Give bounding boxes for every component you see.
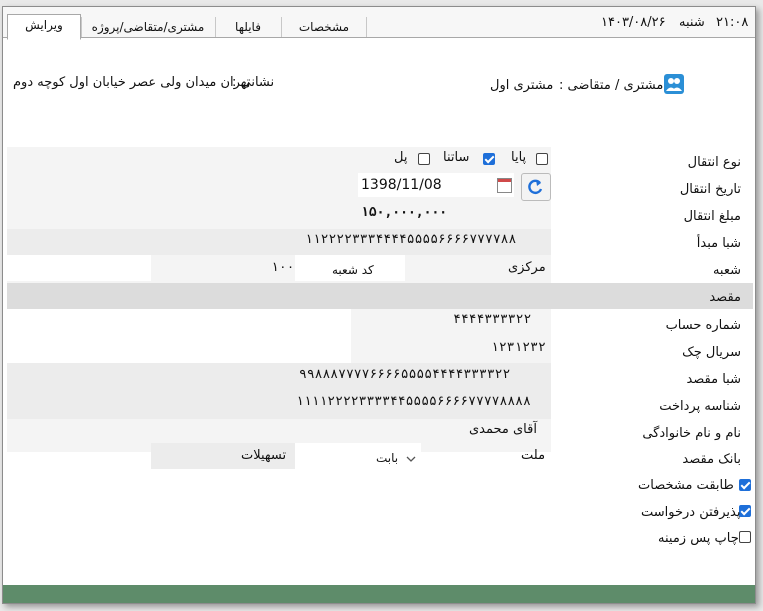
account-number-value[interactable]: ۴۴۴۴۳۳۳۳۲۲ bbox=[453, 311, 531, 329]
tab-edit[interactable]: ویرایش bbox=[7, 14, 81, 40]
customer-icon bbox=[664, 74, 684, 94]
refresh-button[interactable] bbox=[521, 173, 551, 201]
paya-label: پایا bbox=[511, 150, 527, 165]
satna-label: ساتنا bbox=[443, 150, 470, 165]
account-blank-area bbox=[7, 309, 351, 363]
calendar-icon[interactable] bbox=[497, 178, 512, 193]
pol-checkbox[interactable] bbox=[418, 153, 430, 165]
address-value: تهران میدان ولی عصر خیابان اول کوچه دوم bbox=[13, 75, 251, 90]
fullname-value[interactable]: آقای محمدی bbox=[469, 421, 537, 439]
branch-label: شعبه bbox=[712, 263, 741, 278]
tab-bar: ویرایش مشتری/متقاضی/پروژه فایلها مشخصات … bbox=[3, 7, 755, 40]
customer-value: مشتری اول bbox=[490, 78, 554, 93]
dest-bank-value[interactable]: ملت bbox=[521, 447, 545, 465]
transfer-date-label: تاریخ انتقال bbox=[679, 182, 741, 197]
match-label: طابقت مشخصات bbox=[638, 478, 734, 493]
main-window: ویرایش مشتری/متقاضی/پروژه فایلها مشخصات … bbox=[2, 6, 756, 604]
reason-select[interactable] bbox=[295, 443, 421, 469]
tab-details[interactable]: مشخصات bbox=[281, 17, 367, 37]
account-number-label: شماره حساب bbox=[665, 318, 741, 333]
payment-id-value[interactable]: ۱۱۱۱۲۲۲۲۳۳۳۳۴۴۵۵۵۵۶۶۶۶۷۷۷۷۸۸۸۸ bbox=[296, 393, 531, 411]
dest-sheba-value[interactable]: ۹۹۸۸۸۷۷۷۷۶۶۶۶۵۵۵۵۴۴۴۴۳۳۳۳۲۲ bbox=[299, 366, 510, 384]
footer-strip bbox=[3, 585, 755, 603]
reason-value: تسهیلات bbox=[241, 448, 287, 463]
header-date: ۱۴۰۳/۰۸/۲۶ bbox=[601, 15, 666, 30]
satna-checkbox[interactable] bbox=[483, 153, 495, 165]
payment-id-label: شناسه پرداخت bbox=[659, 399, 741, 414]
cheque-serial-label: سریال چک bbox=[682, 345, 741, 360]
dest-sheba-label: شبا مقصد bbox=[686, 372, 741, 387]
reason-select-label: بابت bbox=[376, 451, 399, 465]
branch-code-value: ۱۰۰ bbox=[271, 260, 295, 275]
source-sheba-value[interactable]: ۱۱۲۲۲۲۳۳۳۴۴۴۴۵۵۵۵۶۶۶۶۷۷۷۷۸۸ bbox=[305, 231, 516, 249]
bg-print-label: چاپ پس زمینه bbox=[658, 531, 739, 546]
pol-label: پل bbox=[394, 150, 408, 165]
bg-print-checkbox[interactable] bbox=[739, 531, 751, 543]
customer-label: مشتری / متقاضی : bbox=[559, 78, 664, 93]
branch-code-label: کد شعبه bbox=[332, 263, 374, 277]
branch-code-field[interactable] bbox=[7, 255, 151, 281]
header-day: شنبه bbox=[679, 15, 705, 30]
cheque-serial-value[interactable]: ۱۲۳۱۲۳۲ bbox=[491, 339, 546, 357]
branch-name-value[interactable]: مرکزی bbox=[508, 259, 546, 277]
destination-label: مقصد bbox=[709, 290, 741, 305]
accept-label: پذیرفتن درخواست bbox=[641, 505, 741, 520]
destination-header-band bbox=[7, 283, 753, 309]
chevron-down-icon[interactable] bbox=[405, 450, 417, 462]
fullname-label: نام و نام خانوادگی bbox=[642, 426, 741, 441]
amount-label: مبلغ انتقال bbox=[683, 209, 741, 224]
tab-customer-project[interactable]: مشتری/متقاضی/پروژه bbox=[81, 17, 214, 37]
amount-value: ۱۵۰,۰۰۰,۰۰۰ bbox=[361, 205, 448, 220]
dest-bank-label: بانک مقصد bbox=[682, 452, 741, 467]
transfer-type-label: نوع انتقال bbox=[687, 155, 741, 170]
tab-files[interactable]: فایلها bbox=[215, 17, 280, 37]
transfer-date-value: 1398/11/08 bbox=[361, 177, 442, 193]
paya-checkbox[interactable] bbox=[536, 153, 548, 165]
refresh-icon bbox=[528, 179, 543, 195]
match-checkbox[interactable] bbox=[739, 479, 751, 491]
source-sheba-label: شبا مبدأ bbox=[696, 236, 741, 251]
header-time: ۲۱:۰۸ bbox=[716, 15, 749, 30]
